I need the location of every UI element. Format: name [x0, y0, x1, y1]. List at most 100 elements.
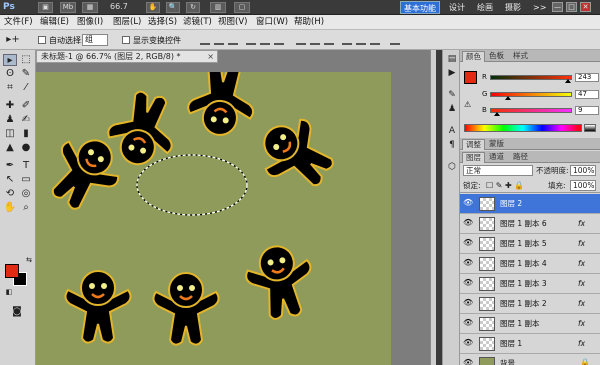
dodge-tool-icon[interactable]: ●	[19, 142, 33, 154]
fx-icon[interactable]: fx	[578, 298, 585, 310]
layer-row[interactable]: 👁 图层 1 副本 2 fx	[460, 294, 600, 314]
green-track[interactable]	[490, 92, 572, 100]
close-button[interactable]: ✕	[580, 2, 591, 12]
3d-rotate-tool-icon[interactable]: ⟲	[3, 188, 17, 200]
pen-tool-icon[interactable]: ✒	[3, 160, 17, 172]
menu-image[interactable]: 图像(I)	[77, 16, 103, 29]
clone-source-icon[interactable]: ♟	[446, 104, 458, 115]
marquee-tool-icon[interactable]: ⬚	[19, 54, 33, 66]
shape-tool-icon[interactable]: ▭	[19, 174, 33, 186]
minimize-button[interactable]: —	[552, 2, 563, 12]
document-tab[interactable]: 未标题-1 @ 66.7% (图层 2, RGB/8) * ×	[36, 50, 218, 63]
workspace-more[interactable]: >>	[530, 1, 549, 14]
eye-icon[interactable]: 👁	[463, 358, 473, 365]
brush-panel-icon[interactable]: ✎	[446, 90, 458, 101]
quick-select-tool-icon[interactable]: ✎	[19, 68, 33, 80]
layer-row[interactable]: 👁 图层 1 副本 5 fx	[460, 234, 600, 254]
default-colors-icon[interactable]: ◧	[2, 286, 16, 298]
layer-row[interactable]: 👁 图层 1 副本 3 fx	[460, 274, 600, 294]
document-close-icon[interactable]: ×	[207, 51, 214, 62]
color-spectrum[interactable]	[464, 124, 582, 132]
move-tool-icon[interactable]: ▸	[3, 54, 17, 66]
slider-marker[interactable]	[505, 96, 512, 100]
tab-layers[interactable]: 图层	[462, 152, 485, 163]
eraser-tool-icon[interactable]: ◫	[3, 128, 17, 140]
auto-align-icon[interactable]	[390, 35, 400, 45]
align-hcenter-icon[interactable]	[260, 35, 270, 45]
slider-marker[interactable]	[494, 112, 501, 116]
menu-file[interactable]: 文件(F)	[4, 16, 33, 29]
eye-icon[interactable]: 👁	[463, 218, 473, 228]
path-select-tool-icon[interactable]: ↖	[3, 174, 17, 186]
3d-orbit-tool-icon[interactable]: ◎	[19, 188, 33, 200]
canvas[interactable]	[36, 72, 391, 365]
auto-select-checkbox[interactable]	[38, 35, 46, 44]
brush-tool-icon[interactable]: ✐	[19, 100, 33, 112]
eye-icon[interactable]: 👁	[463, 298, 473, 308]
workspace-essentials[interactable]: 基本功能	[400, 1, 440, 14]
history-panel-icon[interactable]: ▤	[446, 54, 458, 65]
show-transform-checkbox[interactable]	[122, 35, 130, 44]
fx-icon[interactable]: fx	[578, 278, 585, 290]
eye-icon[interactable]: 👁	[463, 238, 473, 248]
eye-icon[interactable]: 👁	[463, 258, 473, 268]
menu-edit[interactable]: 编辑(E)	[40, 16, 69, 29]
distribute-bottom-icon[interactable]	[324, 35, 334, 45]
menu-select[interactable]: 选择(S)	[148, 16, 177, 29]
layer-row[interactable]: 👁 图层 1 fx	[460, 334, 600, 354]
mini-bridge-button[interactable]: Mb	[60, 2, 76, 13]
menu-window[interactable]: 窗口(W)	[256, 16, 288, 29]
distribute-vcenter-icon[interactable]	[310, 35, 320, 45]
align-top-icon[interactable]	[200, 35, 210, 45]
fx-icon[interactable]: fx	[578, 218, 585, 230]
red-value[interactable]: 243	[575, 73, 599, 82]
swap-colors-icon[interactable]: ⇆	[22, 254, 36, 266]
eye-icon[interactable]: 👁	[463, 198, 473, 208]
eye-icon[interactable]: 👁	[463, 278, 473, 288]
red-track[interactable]	[490, 75, 572, 83]
paragraph-panel-icon[interactable]: ¶	[446, 140, 458, 151]
zoom-level[interactable]: 66.7	[110, 2, 128, 11]
tab-paths[interactable]: 路径	[510, 152, 531, 163]
arrange-documents-button[interactable]: ▥	[210, 2, 226, 13]
character-panel-icon[interactable]: A	[446, 126, 458, 137]
3d-panel-icon[interactable]: ⬡	[446, 162, 458, 173]
quick-mask-icon[interactable]: ◙	[10, 306, 24, 318]
color-spectrum-bw[interactable]	[584, 124, 596, 132]
tab-adjustments[interactable]: 调整	[462, 139, 485, 150]
green-slider[interactable]: G 47	[482, 90, 600, 100]
tab-color[interactable]: 颜色	[462, 51, 485, 62]
menu-layer[interactable]: 图层(L)	[113, 16, 141, 29]
workspace-painting[interactable]: 绘画	[474, 1, 496, 14]
menu-view[interactable]: 视图(V)	[218, 16, 247, 29]
bridge-button[interactable]: ▣	[38, 2, 53, 13]
layer-row[interactable]: 👁 图层 1 副本 fx	[460, 314, 600, 334]
green-value[interactable]: 47	[575, 90, 599, 99]
align-right-icon[interactable]	[274, 35, 284, 45]
layer-row[interactable]: 👁 背景 🔒	[460, 354, 600, 365]
layer-row[interactable]: 👁 图层 2	[460, 194, 600, 214]
menu-help[interactable]: 帮助(H)	[294, 16, 324, 29]
crop-tool-icon[interactable]: ⌗	[3, 82, 17, 94]
clone-stamp-tool-icon[interactable]: ♟	[3, 114, 17, 126]
layer-row[interactable]: 👁 图层 1 副本 6 fx	[460, 214, 600, 234]
menu-filter[interactable]: 滤镜(T)	[183, 16, 212, 29]
fx-icon[interactable]: fx	[578, 258, 585, 270]
color-fg-swatch[interactable]	[464, 71, 477, 84]
tab-styles[interactable]: 样式	[510, 51, 531, 62]
auto-select-dropdown[interactable]: 组	[82, 34, 108, 46]
hand-tool-button[interactable]: ✋	[146, 2, 160, 13]
maximize-button[interactable]: □	[566, 2, 577, 12]
align-left-icon[interactable]	[246, 35, 256, 45]
slider-marker[interactable]	[565, 79, 572, 83]
gradient-tool-icon[interactable]: ▮	[19, 128, 33, 140]
fx-icon[interactable]: fx	[578, 238, 585, 250]
distribute-top-icon[interactable]	[296, 35, 306, 45]
fx-icon[interactable]: fx	[578, 338, 585, 350]
align-vcenter-icon[interactable]	[214, 35, 224, 45]
eye-icon[interactable]: 👁	[463, 318, 473, 328]
rotate-view-button[interactable]: ↻	[186, 2, 200, 13]
workspace-design[interactable]: 设计	[446, 1, 468, 14]
opacity-value[interactable]: 100%	[570, 165, 596, 176]
history-brush-tool-icon[interactable]: ✍	[19, 114, 33, 126]
